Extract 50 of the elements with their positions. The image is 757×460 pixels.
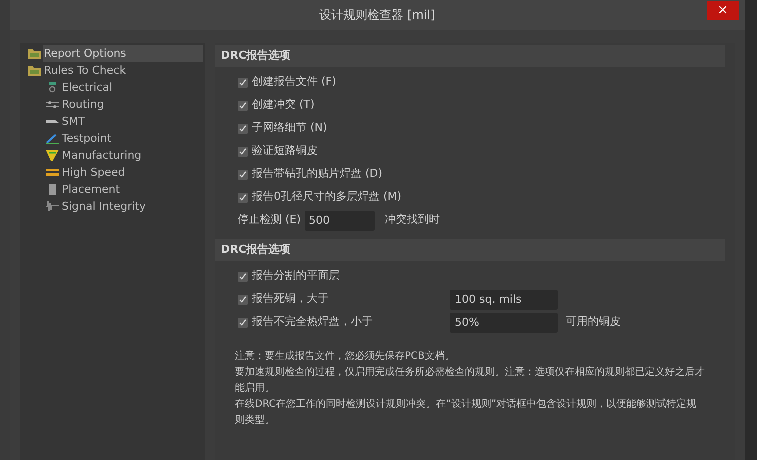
checkbox[interactable]: [238, 100, 248, 110]
waveform-icon: [46, 201, 59, 212]
option-label: 创建报告文件 (F): [252, 74, 336, 90]
option-label: 创建冲突 (T): [252, 97, 315, 114]
option-label: 验证短路铜皮: [252, 143, 318, 160]
tree-item[interactable]: Testpoint: [61, 130, 113, 147]
tree-item[interactable]: Electrical: [61, 79, 114, 96]
tree-item[interactable]: Manufacturing: [61, 147, 143, 164]
checkbox[interactable]: [238, 318, 248, 328]
option-label: 子网络细节 (N): [252, 120, 328, 136]
input-field[interactable]: 500: [305, 210, 376, 230]
window-title: 设计规则检查器 [mil]: [320, 7, 436, 24]
tree-item[interactable]: Routing: [61, 96, 106, 113]
plug-icon: [46, 82, 59, 93]
wires-icon: [46, 99, 59, 110]
input-field[interactable]: 50%: [450, 312, 558, 332]
unit-label: 可用的铜皮: [566, 314, 621, 330]
option-label: 报告死铜，大于: [252, 291, 329, 308]
tree-item[interactable]: Report Options: [43, 45, 203, 62]
option-label: 报告带钻孔的贴片焊盘 (D): [252, 166, 383, 182]
option-label: 报告0孔径尺寸的多层焊盘 (M): [252, 189, 402, 206]
section-header: DRC报告选项: [215, 45, 725, 67]
note-text: 在线DRC在您工作的同时检测设计规则冲突。在“设计规则”对话框中包含设计规则，以便能够测试特定规则类型。: [235, 398, 698, 428]
checkbox[interactable]: [238, 294, 248, 304]
tree-item[interactable]: Rules To Check: [43, 62, 128, 79]
option-label: 报告不完全热焊盘，小于: [252, 314, 373, 330]
checkbox[interactable]: [238, 272, 248, 282]
probe-icon: [46, 133, 59, 144]
folder-icon: [28, 48, 41, 59]
note-text: 要加速规则检查的过程，仅启用完成任务所必需检查的规则。注意：选项仅在相应的规则都已定义好之后才能启用。: [235, 366, 705, 396]
folder-icon: [28, 65, 41, 76]
component-icon: [46, 184, 59, 195]
bars-icon: [46, 167, 59, 178]
note-text: 注意：要生成报告文件，您必须先保存PCB文档。: [235, 350, 456, 364]
checkbox[interactable]: [238, 192, 248, 202]
checkbox[interactable]: [238, 78, 248, 88]
option-label: 停止检测 (E): [238, 212, 302, 228]
option-label: 报告分割的平面层: [252, 268, 340, 284]
tree-item[interactable]: Placement: [61, 181, 122, 198]
tree-item[interactable]: High Speed: [61, 164, 126, 181]
tree-item[interactable]: Signal Integrity: [61, 198, 147, 215]
checkbox[interactable]: [238, 124, 248, 134]
checkbox[interactable]: [238, 170, 248, 180]
section-header: DRC报告选项: [215, 239, 725, 261]
input-field[interactable]: 100 sq. mils: [450, 290, 558, 310]
tree-item[interactable]: SMT: [61, 113, 86, 130]
checkbox[interactable]: [238, 146, 248, 156]
funnel-icon: [46, 150, 59, 161]
close-button[interactable]: ×: [707, 1, 739, 20]
unit-label: 冲突找到时: [385, 212, 440, 228]
